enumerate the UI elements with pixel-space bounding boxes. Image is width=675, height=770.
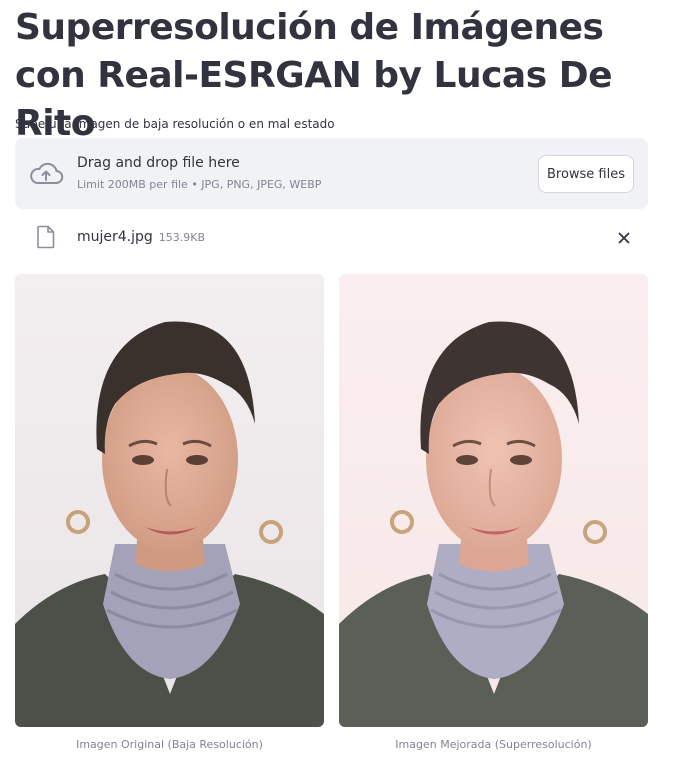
- enhanced-image: [339, 274, 648, 727]
- original-portrait: [15, 274, 324, 727]
- enhanced-image-caption: Imagen Mejorada (Superresolución): [395, 738, 592, 751]
- enhanced-portrait: [339, 274, 648, 727]
- uploaded-file-name: mujer4.jpg 153.9KB: [77, 228, 205, 247]
- uploaded-file-row: mujer4.jpg 153.9KB: [15, 222, 648, 252]
- browse-files-button[interactable]: Browse files: [538, 155, 634, 193]
- file-icon: [37, 225, 55, 249]
- original-image: [15, 274, 324, 727]
- dropzone-limit: Limit 200MB per file • JPG, PNG, JPEG, W…: [77, 178, 322, 191]
- original-image-caption: Imagen Original (Baja Resolución): [76, 738, 263, 751]
- close-icon: [618, 232, 630, 244]
- uploader-label: Sube una imagen de baja resolución o en …: [15, 117, 335, 131]
- remove-file-button[interactable]: [614, 228, 634, 248]
- dropzone-instruction: Drag and drop file here: [77, 155, 240, 171]
- file-dropzone[interactable]: Drag and drop file here Limit 200MB per …: [15, 138, 648, 209]
- cloud-upload-icon: [30, 162, 64, 184]
- file-name-text: mujer4.jpg: [77, 229, 153, 245]
- file-size: 153.9KB: [158, 231, 206, 244]
